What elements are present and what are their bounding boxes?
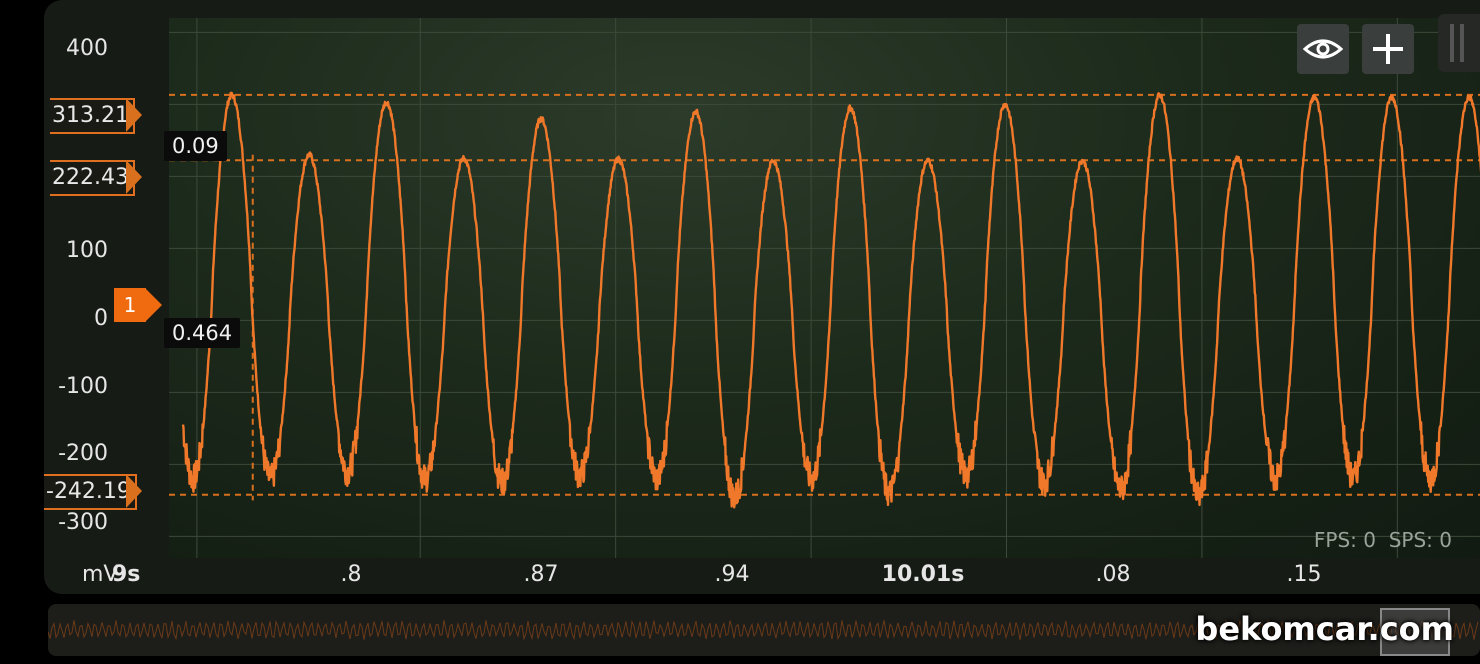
eye-icon	[1303, 39, 1343, 59]
channel-1-marker[interactable]: 1	[114, 288, 146, 322]
add-button[interactable]	[1362, 24, 1414, 74]
fps-label: FPS: 0	[1313, 528, 1376, 552]
sps-label: SPS: 0	[1388, 528, 1452, 552]
eye-button[interactable]	[1297, 24, 1349, 74]
oscilloscope-frame: 400 100 0 -100 -200 -300 mV 9s .8 .87 .9…	[44, 0, 1480, 594]
plus-icon	[1373, 34, 1403, 64]
grip-line	[1450, 24, 1454, 62]
x-tick-15: .15	[1286, 562, 1322, 587]
value-readout: 0.464	[164, 318, 241, 348]
x-tick-94: .94	[714, 562, 750, 587]
waveform-chart	[169, 18, 1480, 558]
plot-area[interactable]	[169, 18, 1480, 558]
x-tick-1001s: 10.01s	[881, 562, 965, 587]
x-tick-8: .8	[340, 562, 362, 587]
waveform-trace	[181, 91, 1480, 509]
x-tick-9s: 9s	[112, 562, 141, 587]
time-readout: 0.09	[164, 131, 227, 161]
panel-grip[interactable]	[1438, 14, 1480, 72]
fps-sps-readout: FPS: 0 SPS: 0	[1314, 528, 1452, 552]
grip-line	[1460, 24, 1464, 62]
channel-label: 1	[123, 293, 137, 317]
x-tick-08: .08	[1095, 562, 1131, 587]
x-tick-87: .87	[523, 562, 559, 587]
channel-arrow	[145, 288, 162, 322]
cursor-marker-arrows	[126, 98, 142, 508]
watermark: bekomcar.com	[1195, 610, 1454, 648]
